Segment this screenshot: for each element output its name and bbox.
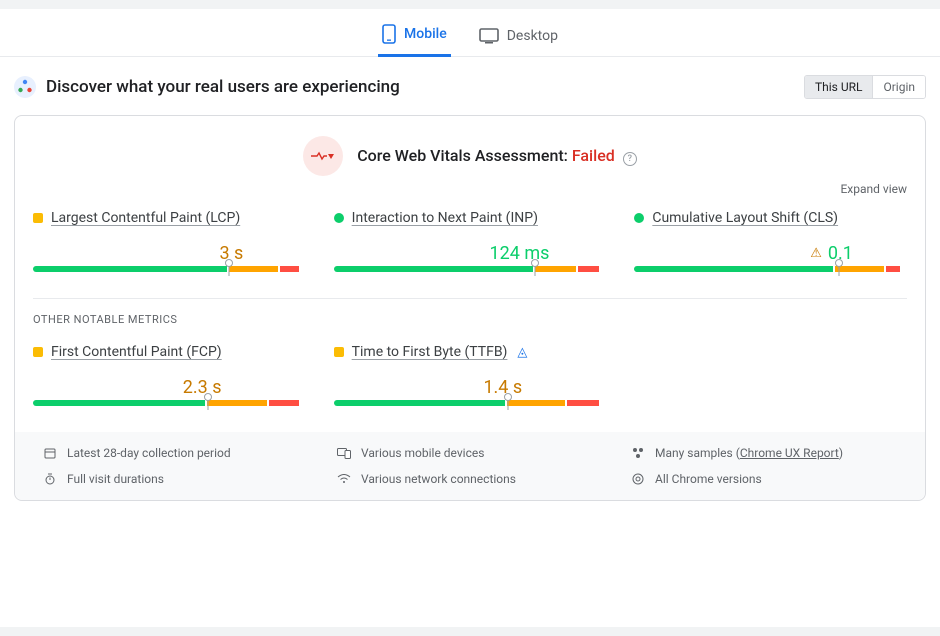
core-web-vitals-row: Largest Contentful Paint (LCP)3 s Interac… — [33, 210, 907, 284]
status-indicator-icon — [634, 213, 644, 223]
other-metric: First Contentful Paint (FCP)2.3 s — [33, 344, 306, 418]
samples-icon — [631, 447, 645, 459]
metric-name[interactable]: Cumulative Layout Shift (CLS) — [652, 210, 838, 226]
tab-desktop[interactable]: Desktop — [475, 16, 562, 54]
distribution-bar — [33, 266, 306, 284]
tab-desktop-label: Desktop — [507, 28, 558, 44]
vitals-card: Core Web Vitals Assessment: Failed ? Exp… — [14, 115, 926, 501]
metric-name[interactable]: Largest Contentful Paint (LCP) — [51, 210, 240, 226]
metric-title: Cumulative Layout Shift (CLS) — [634, 210, 907, 226]
status-indicator-icon — [33, 213, 43, 223]
timer-icon — [43, 473, 57, 485]
crux-logo-icon — [14, 76, 36, 98]
metadata-footer: Latest 28-day collection period Various … — [15, 432, 925, 500]
metric-name[interactable]: Time to First Byte (TTFB) — [352, 344, 508, 360]
devices-icon — [337, 448, 351, 459]
footer-collection-period: Latest 28-day collection period — [43, 446, 309, 460]
status-indicator-icon — [334, 347, 344, 357]
footer-network: Various network connections — [337, 472, 603, 486]
info-icon[interactable]: ◬ — [517, 345, 527, 360]
tab-mobile-label: Mobile — [404, 26, 447, 42]
distribution-bar — [634, 266, 907, 284]
core-metric: Cumulative Layout Shift (CLS)⚠0.1 — [634, 210, 907, 284]
metric-name[interactable]: Interaction to Next Paint (INP) — [352, 210, 538, 226]
percentile-marker-icon — [224, 259, 234, 269]
assessment-label: Core Web Vitals Assessment: Failed ? — [357, 146, 637, 166]
assessment-status-icon — [303, 136, 343, 176]
tab-mobile[interactable]: Mobile — [378, 12, 451, 57]
desktop-icon — [479, 28, 499, 44]
percentile-marker-icon — [834, 259, 844, 269]
toggle-origin[interactable]: Origin — [873, 76, 925, 98]
core-metric: Largest Contentful Paint (LCP)3 s — [33, 210, 306, 284]
scope-toggle: This URL Origin — [804, 75, 926, 99]
core-metric: Interaction to Next Paint (INP) 124 ms — [334, 210, 607, 284]
metric-title: Interaction to Next Paint (INP) — [334, 210, 607, 226]
smartphone-icon — [382, 24, 396, 44]
metric-name[interactable]: First Contentful Paint (FCP) — [51, 344, 222, 360]
footer-durations: Full visit durations — [43, 472, 309, 486]
status-indicator-icon — [334, 213, 344, 223]
assessment-status: Failed — [572, 146, 615, 165]
crux-report-link[interactable]: Chrome UX Report — [740, 446, 839, 460]
other-metrics-heading: Other Notable Metrics — [33, 313, 907, 326]
help-icon[interactable]: ? — [623, 152, 637, 166]
metric-title: Time to First Byte (TTFB) ◬ — [334, 344, 607, 360]
warning-icon: ⚠ — [810, 246, 822, 261]
percentile-marker-icon — [503, 393, 513, 403]
metric-title: First Contentful Paint (FCP) — [33, 344, 306, 360]
percentile-marker-icon — [203, 393, 213, 403]
expand-view-button[interactable]: Expand view — [33, 182, 907, 196]
wifi-icon — [337, 474, 351, 484]
status-indicator-icon — [33, 347, 43, 357]
other-metrics-row: First Contentful Paint (FCP)2.3 s Time to… — [33, 344, 907, 418]
chrome-icon — [631, 473, 645, 485]
distribution-bar — [334, 400, 607, 418]
distribution-bar — [334, 266, 607, 284]
device-tabs: Mobile Desktop — [0, 9, 940, 57]
footer-devices: Various mobile devices — [337, 446, 603, 460]
distribution-bar — [33, 400, 306, 418]
page-title: Discover what your real users are experi… — [46, 77, 400, 97]
toggle-this-url[interactable]: This URL — [805, 76, 874, 98]
footer-samples: Many samples (Chrome UX Report) — [631, 446, 897, 460]
calendar-icon — [43, 447, 57, 459]
divider — [33, 298, 907, 299]
other-metric: Time to First Byte (TTFB)◬1.4 s — [334, 344, 607, 418]
percentile-marker-icon — [530, 259, 540, 269]
footer-versions: All Chrome versions — [631, 472, 897, 486]
metric-title: Largest Contentful Paint (LCP) — [33, 210, 306, 226]
metric-value: 124 ms — [490, 243, 556, 264]
